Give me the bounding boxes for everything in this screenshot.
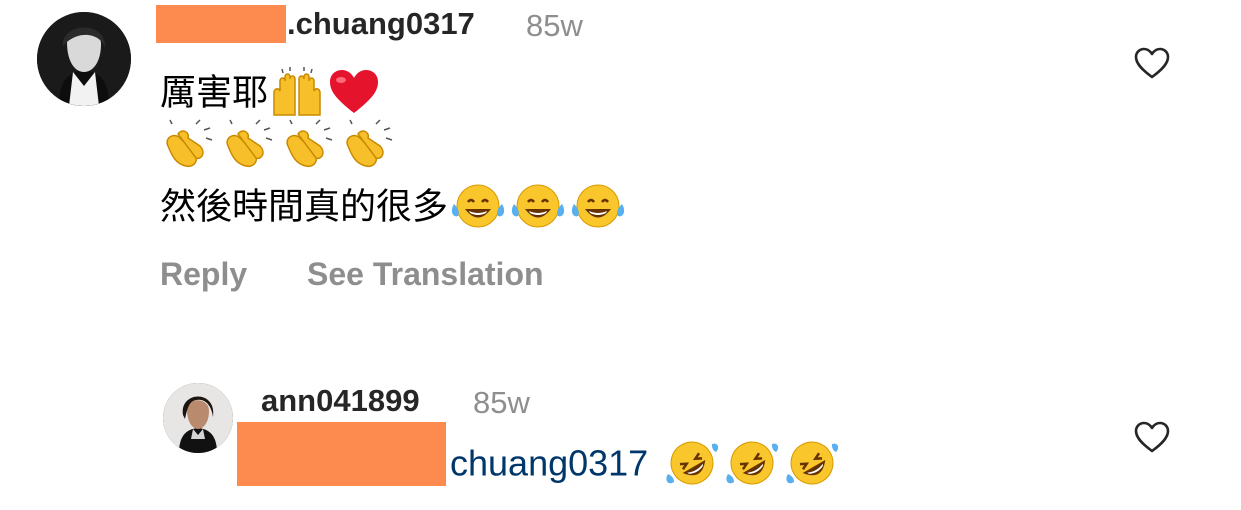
rolling-on-floor-laughing-emoji [782,438,842,494]
face-with-tears-of-joy-emoji [448,182,508,236]
comment-text: 然後時間真的很多 [160,185,449,227]
heart-outline-icon[interactable] [1133,420,1171,454]
face-with-tears-of-joy-emoji [508,182,568,236]
face-with-tears-of-joy-emoji [568,182,628,236]
clapping-hands-emoji [340,116,400,176]
timestamp: 85w [473,385,530,420]
heart-outline-icon[interactable] [1133,46,1171,80]
mention-link[interactable]: chuang0317 [450,443,648,484]
comment-text-line-2 [160,116,400,176]
redacted-username-box [156,5,286,43]
reply-button[interactable]: Reply [160,258,247,290]
reply-text-line: chuang0317 [450,438,842,494]
comment-text-line-3: 然後時間真的很多 [160,182,628,236]
redacted-mention-box [237,422,446,486]
avatar[interactable] [163,383,233,453]
comment-thread: .chuang0317 85w 厲害耶 然後時間真的很多 Reply See T… [0,0,1241,510]
rolling-on-floor-laughing-emoji [722,438,782,494]
avatar[interactable] [37,12,131,106]
clapping-hands-emoji [280,116,340,176]
raising-hands-emoji [268,67,326,123]
comment-text-line-1: 厲害耶 [160,67,382,123]
rolling-on-floor-laughing-emoji [662,438,722,494]
username[interactable]: ann041899 [261,385,420,416]
red-heart-emoji [326,67,382,123]
timestamp: 85w [526,8,583,43]
see-translation-button[interactable]: See Translation [307,258,544,290]
clapping-hands-emoji [220,116,280,176]
clapping-hands-emoji [160,116,220,176]
username[interactable]: .chuang0317 [287,8,475,39]
comment-text: 厲害耶 [160,71,269,113]
